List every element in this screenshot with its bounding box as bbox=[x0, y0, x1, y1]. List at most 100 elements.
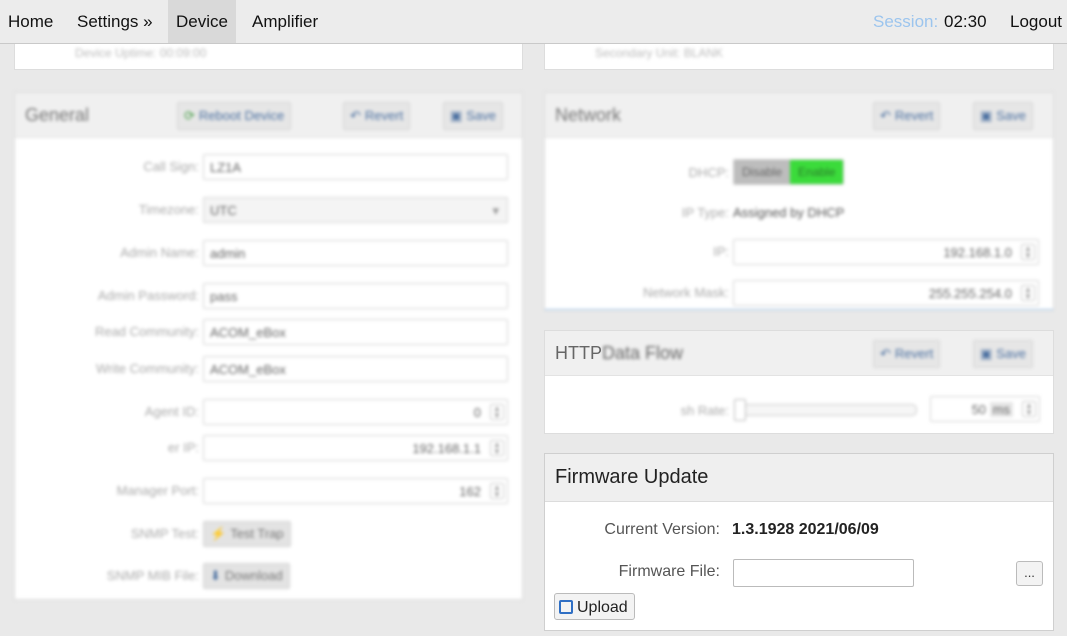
revert-label: Revert bbox=[894, 346, 934, 361]
reboot-device-button[interactable]: ⟳ Reboot Device bbox=[177, 102, 292, 130]
write-community-input[interactable]: ACOM_eBox bbox=[203, 356, 508, 382]
general-title: General bbox=[25, 105, 90, 125]
manager-port-input[interactable]: 162 ▲ ▼ bbox=[203, 478, 508, 504]
manager-ip-input[interactable]: 192.168.1.1 ▲ ▼ bbox=[203, 435, 508, 461]
manager-port-label: Manager Port: bbox=[116, 483, 199, 498]
timezone-label: Timezone: bbox=[138, 202, 199, 217]
firmware-panel-header: Firmware Update bbox=[545, 454, 1053, 502]
save-icon: ▣ bbox=[980, 108, 993, 123]
refresh-rate-value: 50 bbox=[971, 402, 987, 417]
refresh-icon: ⟳ bbox=[184, 108, 195, 123]
download-mib-button[interactable]: ⬇ Download bbox=[203, 563, 290, 589]
save-label: Save bbox=[996, 108, 1026, 123]
revert-icon: ↶ bbox=[880, 108, 891, 123]
timezone-select[interactable]: UTC ▾ bbox=[203, 197, 508, 223]
ip-label: IP: bbox=[713, 244, 729, 259]
refresh-rate-slider[interactable] bbox=[734, 399, 917, 421]
top-nav-bar: Home Settings » Device Amplifier Session… bbox=[0, 0, 1067, 44]
ip-stepper[interactable]: ▲ ▼ bbox=[1021, 244, 1035, 260]
general-save-button[interactable]: ▣ Save bbox=[443, 102, 503, 130]
nav-home[interactable]: Home bbox=[8, 0, 53, 43]
current-version-label: Current Version: bbox=[604, 521, 720, 538]
refresh-rate-stepper[interactable]: ▲ ▼ bbox=[1022, 401, 1036, 417]
dhcp-enable-option[interactable]: Enable bbox=[790, 160, 844, 184]
manager-port-value: 162 bbox=[459, 484, 481, 499]
dhcp-toggle[interactable]: Disable Enable bbox=[733, 159, 845, 185]
lightning-icon: ⚡ bbox=[210, 526, 227, 541]
status-panel-fragment-left: Device Uptime: 00:09:00 bbox=[14, 44, 523, 70]
general-revert-button[interactable]: ↶ Revert bbox=[343, 102, 411, 130]
ip-type-value: Assigned by DHCP bbox=[733, 205, 845, 220]
firmware-update-panel: Firmware Update Current Version: 1.3.192… bbox=[544, 453, 1054, 631]
admin-name-input[interactable]: admin bbox=[203, 240, 508, 266]
revert-label: Revert bbox=[364, 108, 404, 123]
upload-label: Upload bbox=[577, 599, 628, 616]
network-mask-value: 255.255.254.0 bbox=[928, 286, 1012, 301]
nav-settings[interactable]: Settings » bbox=[77, 0, 153, 43]
admin-password-label: Admin Password: bbox=[97, 288, 199, 303]
network-panel-header: Network ↶ Revert ▣ Save bbox=[545, 93, 1053, 138]
manager-ip-label: er IP: bbox=[167, 440, 199, 455]
snmp-test-label: SNMP Test: bbox=[130, 526, 199, 541]
slider-handle[interactable] bbox=[734, 399, 746, 421]
firmware-file-label: Firmware File: bbox=[618, 563, 720, 580]
network-mask-input[interactable]: 255.255.254.0 ▲ ▼ bbox=[733, 280, 1039, 306]
agent-id-stepper[interactable]: ▲ ▼ bbox=[490, 404, 504, 420]
firmware-file-input[interactable] bbox=[733, 559, 914, 587]
ip-input[interactable]: 192.168.1.0 ▲ ▼ bbox=[733, 239, 1039, 265]
revert-icon: ↶ bbox=[350, 108, 361, 123]
logout-link[interactable]: Logout bbox=[1010, 0, 1062, 43]
session-timer: 02:30 bbox=[944, 12, 987, 31]
http-title-rest: Data Flow bbox=[602, 343, 684, 363]
browse-button[interactable]: ... bbox=[1016, 561, 1043, 586]
ip-value: 192.168.1.0 bbox=[943, 245, 1012, 260]
refresh-rate-input[interactable]: 50 ms ▲ ▼ bbox=[930, 396, 1040, 422]
http-title-prefix: HTTP bbox=[555, 343, 602, 363]
network-title: Network bbox=[555, 105, 622, 125]
admin-password-input[interactable]: pass bbox=[203, 283, 508, 309]
test-trap-label: Test Trap bbox=[230, 526, 284, 541]
download-label: Download bbox=[224, 568, 283, 583]
uptime-fragment: Device Uptime: 00:09:00 bbox=[75, 46, 207, 60]
snmp-mib-label: SNMP MIB File: bbox=[106, 568, 199, 583]
secondary-unit-fragment: Secondary Unit: BLANK bbox=[595, 46, 724, 60]
nav-device[interactable]: Device bbox=[168, 0, 236, 43]
http-title: HTTPData Flow bbox=[555, 331, 683, 375]
timezone-value: UTC bbox=[210, 203, 237, 218]
manager-ip-value: 192.168.1.1 bbox=[412, 441, 481, 456]
nav-amplifier[interactable]: Amplifier bbox=[252, 0, 318, 43]
http-revert-button[interactable]: ↶ Revert bbox=[873, 340, 941, 368]
agent-id-input[interactable]: 0 ▲ ▼ bbox=[203, 399, 508, 425]
admin-name-label: Admin Name: bbox=[120, 245, 199, 260]
call-sign-input[interactable]: LZ1A bbox=[203, 154, 508, 180]
revert-label: Revert bbox=[894, 108, 934, 123]
dhcp-disable-option[interactable]: Disable bbox=[734, 160, 791, 184]
agent-id-label: Agent ID: bbox=[144, 404, 199, 419]
http-panel-header: HTTPData Flow ↶ Revert ▣ Save bbox=[545, 331, 1053, 376]
agent-id-value: 0 bbox=[473, 405, 481, 420]
save-icon: ▣ bbox=[450, 108, 463, 123]
test-trap-button[interactable]: ⚡ Test Trap bbox=[203, 521, 291, 547]
manager-port-stepper[interactable]: ▲ ▼ bbox=[490, 483, 504, 499]
write-community-label: Write Community: bbox=[95, 361, 199, 376]
revert-icon: ↶ bbox=[880, 346, 891, 361]
network-save-button[interactable]: ▣ Save bbox=[973, 102, 1033, 130]
upload-button[interactable]: Upload bbox=[554, 593, 635, 620]
read-community-label: Read Community: bbox=[94, 324, 199, 339]
network-mask-stepper[interactable]: ▲ ▼ bbox=[1021, 285, 1035, 301]
http-data-flow-panel: HTTPData Flow ↶ Revert ▣ Save sh Rate: 50 … bbox=[544, 330, 1054, 434]
session-label: Session: bbox=[873, 12, 939, 31]
http-save-button[interactable]: ▣ Save bbox=[973, 340, 1033, 368]
save-icon: ▣ bbox=[980, 346, 993, 361]
general-panel-header: General ⟳ Reboot Device ↶ Revert ▣ Save bbox=[15, 93, 522, 138]
read-community-input[interactable]: ACOM_eBox bbox=[203, 319, 508, 345]
network-revert-button[interactable]: ↶ Revert bbox=[873, 102, 941, 130]
manager-ip-stepper[interactable]: ▲ ▼ bbox=[490, 440, 504, 456]
current-version-value: 1.3.1928 2021/06/09 bbox=[732, 521, 879, 538]
save-label: Save bbox=[466, 108, 496, 123]
firmware-title: Firmware Update bbox=[555, 466, 709, 488]
network-panel: Network ↶ Revert ▣ Save DHCP: Disable Enab… bbox=[544, 92, 1054, 310]
save-label: Save bbox=[996, 346, 1026, 361]
status-panel-fragment-right: Secondary Unit: BLANK bbox=[544, 44, 1054, 70]
general-panel: General ⟳ Reboot Device ↶ Revert ▣ Save Cal… bbox=[14, 92, 523, 600]
